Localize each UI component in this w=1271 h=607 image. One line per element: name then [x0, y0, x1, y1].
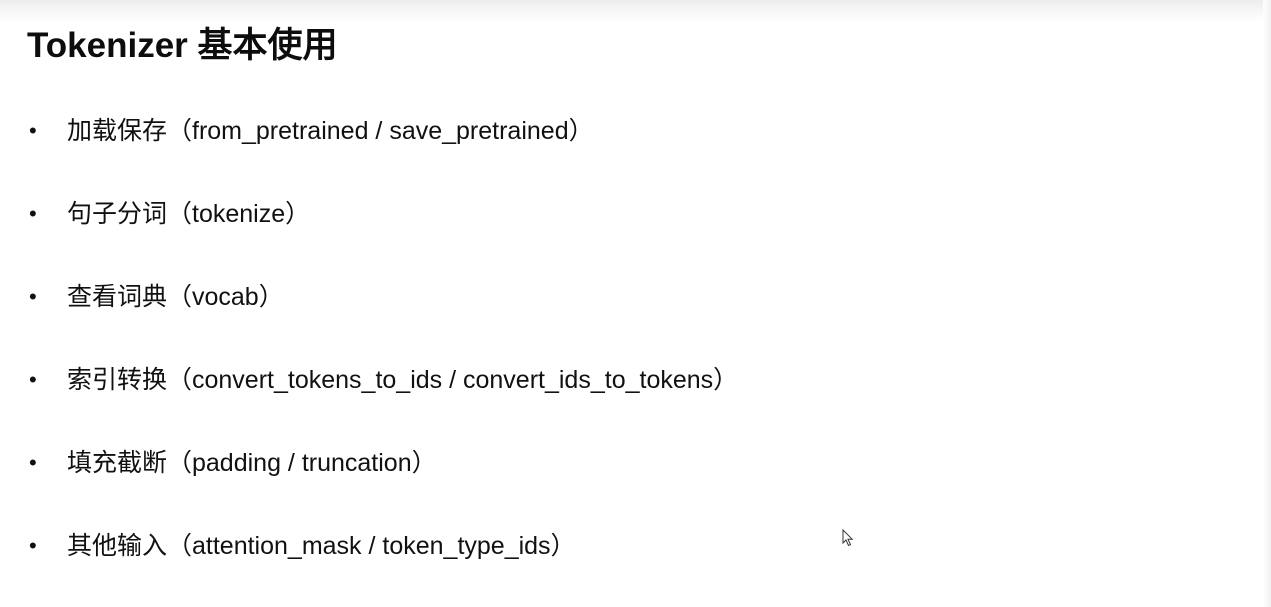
bullet-text: 查看词典（vocab） — [67, 283, 284, 311]
bullet-text: 其他输入（attention_mask / token_type_ids） — [67, 532, 576, 560]
bullet-text: 加载保存（from_pretrained / save_pretrained） — [67, 117, 594, 145]
bullet-dot-icon: • — [29, 367, 37, 392]
presentation-slide: Tokenizer 基本使用 • 加载保存（from_pretrained / … — [0, 0, 1271, 607]
bullet-dot-icon: • — [29, 201, 37, 226]
bullet-text: 句子分词（tokenize） — [67, 200, 311, 228]
bullet-dot-icon: • — [29, 284, 37, 309]
slide-title: Tokenizer 基本使用 — [27, 26, 338, 65]
bullet-dot-icon: • — [29, 533, 37, 558]
bullet-dot-icon: • — [29, 450, 37, 475]
bullet-text: 填充截断（padding / truncation） — [67, 449, 437, 477]
mouse-pointer-icon — [842, 529, 854, 547]
bullet-dot-icon: • — [29, 118, 37, 143]
bullet-text: 索引转换（convert_tokens_to_ids / convert_ids… — [67, 366, 739, 394]
